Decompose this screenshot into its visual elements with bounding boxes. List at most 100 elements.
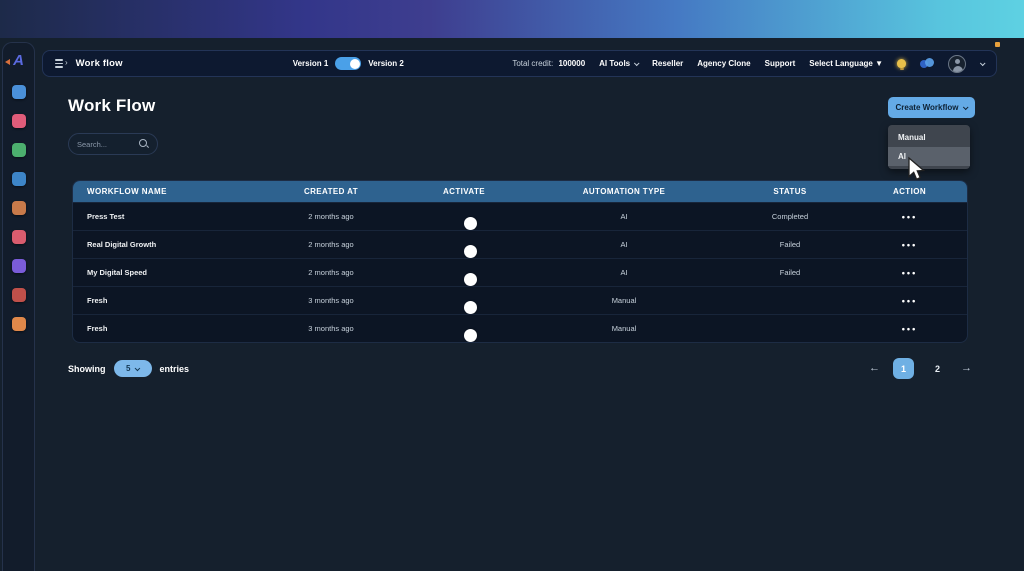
cell-workflow-name: Press Test xyxy=(87,212,125,221)
table-header: WORKFLOW NAME CREATED AT ACTIVATE AUTOMATIO… xyxy=(73,181,967,202)
switch-knob xyxy=(349,58,360,69)
column-header-activate: ACTIVATE xyxy=(442,187,485,196)
app-logo[interactable]: A xyxy=(4,51,29,71)
showing-label: Showing xyxy=(68,363,106,374)
cell-workflow-name: My Digital Speed xyxy=(87,268,148,277)
cell-created-at: 3 months ago xyxy=(308,296,354,305)
menu-toggle-icon[interactable]: › xyxy=(55,58,68,68)
next-page-arrow[interactable]: → xyxy=(961,363,972,374)
dropdown-item-manual[interactable]: Manual xyxy=(888,128,970,147)
page-buttons: 12 xyxy=(893,358,948,379)
row-actions-button[interactable]: ••• xyxy=(851,296,967,306)
page-size-value: 5 xyxy=(126,364,131,373)
nav-link-label: Reseller xyxy=(652,59,684,68)
app-blue-icon[interactable] xyxy=(11,85,26,99)
toggle-knob xyxy=(464,328,477,342)
cell-workflow-name: Fresh xyxy=(87,296,108,305)
top-navbar: › Work flow Version 1 Version 2 Total cr… xyxy=(42,50,997,77)
page-size-select[interactable]: 5 xyxy=(113,360,152,377)
nav-link-support[interactable]: Support xyxy=(765,59,796,68)
nav-link-select-language[interactable]: Select Language ▼ xyxy=(809,59,883,68)
create-workflow-button[interactable]: Create Workflow xyxy=(888,97,975,118)
column-header-automation-type: AUTOMATION TYPE xyxy=(582,187,666,196)
chevron-right-icon: › xyxy=(65,58,68,68)
cell-workflow-name: Real Digital Growth xyxy=(87,240,157,249)
entries-label: entries xyxy=(159,363,190,374)
search-box xyxy=(68,133,158,155)
toggle-knob xyxy=(464,216,477,230)
nav-link-label: AI Tools xyxy=(599,59,631,68)
column-header-action: ACTION xyxy=(892,187,927,196)
toggle-knob xyxy=(464,272,477,286)
cell-created-at: 3 months ago xyxy=(308,324,354,333)
app-skyblue-icon[interactable] xyxy=(11,172,26,186)
dropdown-item-ai[interactable]: AI xyxy=(888,147,970,166)
cell-status: Completed xyxy=(771,212,809,221)
nav-link-label: Select Language ▼ xyxy=(809,59,883,68)
create-workflow-label: Create Workflow xyxy=(895,103,959,112)
app-rust-icon[interactable] xyxy=(11,288,26,302)
nav-link-label: Support xyxy=(764,59,796,68)
chevron-down-icon xyxy=(963,103,970,110)
nav-links: AI Tools Reseller Agency Clone Support Selec… xyxy=(599,59,883,68)
table-row: Press Test 2 months ago AI Completed ••• xyxy=(73,202,967,230)
lightbulb-icon[interactable] xyxy=(897,59,906,70)
app-amber-icon[interactable] xyxy=(11,317,26,331)
nav-link-reseller[interactable]: Reseller xyxy=(652,59,683,68)
column-header-created-at: CREATED AT xyxy=(303,187,359,196)
column-header-workflow-name: WORKFLOW NAME xyxy=(87,187,167,196)
sidebar-icons xyxy=(11,85,26,331)
app-green-icon[interactable] xyxy=(11,143,26,157)
cell-automation-type: AI xyxy=(620,268,628,277)
row-actions-button[interactable]: ••• xyxy=(851,324,967,334)
cell-automation-type: AI xyxy=(620,212,628,221)
prev-page-arrow[interactable]: ← xyxy=(869,363,880,374)
app-red-icon[interactable] xyxy=(11,230,26,244)
row-actions-button[interactable]: ••• xyxy=(851,212,967,222)
version-switch[interactable] xyxy=(335,57,362,70)
cell-status: Failed xyxy=(779,268,801,277)
app-purple-icon[interactable] xyxy=(11,259,26,273)
cell-status: Failed xyxy=(779,240,801,249)
search-input[interactable] xyxy=(77,139,139,149)
credit-label: Total credit: xyxy=(512,59,554,68)
total-credit: Total credit: 100000 xyxy=(512,59,585,68)
user-avatar[interactable] xyxy=(948,54,966,73)
page-button-2[interactable]: 2 xyxy=(927,358,948,379)
notification-dot xyxy=(995,42,1000,47)
search-icon[interactable] xyxy=(139,139,149,149)
cell-created-at: 2 months ago xyxy=(308,268,354,277)
top-gradient-banner xyxy=(0,0,1024,38)
table-row: My Digital Speed 2 months ago AI Failed … xyxy=(73,258,967,286)
version-2-label: Version 2 xyxy=(368,59,404,68)
table-row: Fresh 3 months ago Manual ••• xyxy=(73,314,967,342)
avatar-chevron-icon[interactable] xyxy=(979,59,986,66)
workflow-table: WORKFLOW NAME CREATED AT ACTIVATE AUTOMATIO… xyxy=(72,180,968,343)
pagination-controls: ← 12 → xyxy=(869,358,972,379)
app-pink-icon[interactable] xyxy=(11,114,26,128)
row-actions-button[interactable]: ••• xyxy=(851,240,967,250)
row-actions-button[interactable]: ••• xyxy=(851,268,967,278)
app-sidebar: A xyxy=(2,42,35,571)
workflow-page: A › Work flow Version 1 Version 2 Total … xyxy=(0,0,1024,571)
table-body: Press Test 2 months ago AI Completed •••… xyxy=(73,202,967,342)
version-toggle-group: Version 1 Version 2 xyxy=(293,57,404,70)
cell-automation-type: AI xyxy=(620,240,628,249)
cell-workflow-name: Fresh xyxy=(87,324,108,333)
navbar-right: Total credit: 100000 AI Tools Reseller Age… xyxy=(512,54,986,73)
cell-created-at: 2 months ago xyxy=(308,240,354,249)
nav-link-agency-clone[interactable]: Agency Clone xyxy=(697,59,750,68)
chat-bubbles-icon[interactable] xyxy=(920,58,934,69)
table-row: Fresh 3 months ago Manual ••• xyxy=(73,286,967,314)
nav-link-ai-tools[interactable]: AI Tools xyxy=(599,59,640,68)
create-workflow-dropdown: Manual AI xyxy=(888,125,970,169)
column-header-status: STATUS xyxy=(773,187,807,196)
toggle-knob xyxy=(464,300,477,314)
nav-link-label: Agency Clone xyxy=(697,59,751,68)
cell-automation-type: Manual xyxy=(611,296,637,305)
page-button-1[interactable]: 1 xyxy=(893,358,914,379)
version-1-label: Version 1 xyxy=(292,59,329,68)
app-orange-brown-icon[interactable] xyxy=(11,201,26,215)
chevron-down-icon xyxy=(135,365,141,371)
cell-automation-type: Manual xyxy=(611,324,637,333)
